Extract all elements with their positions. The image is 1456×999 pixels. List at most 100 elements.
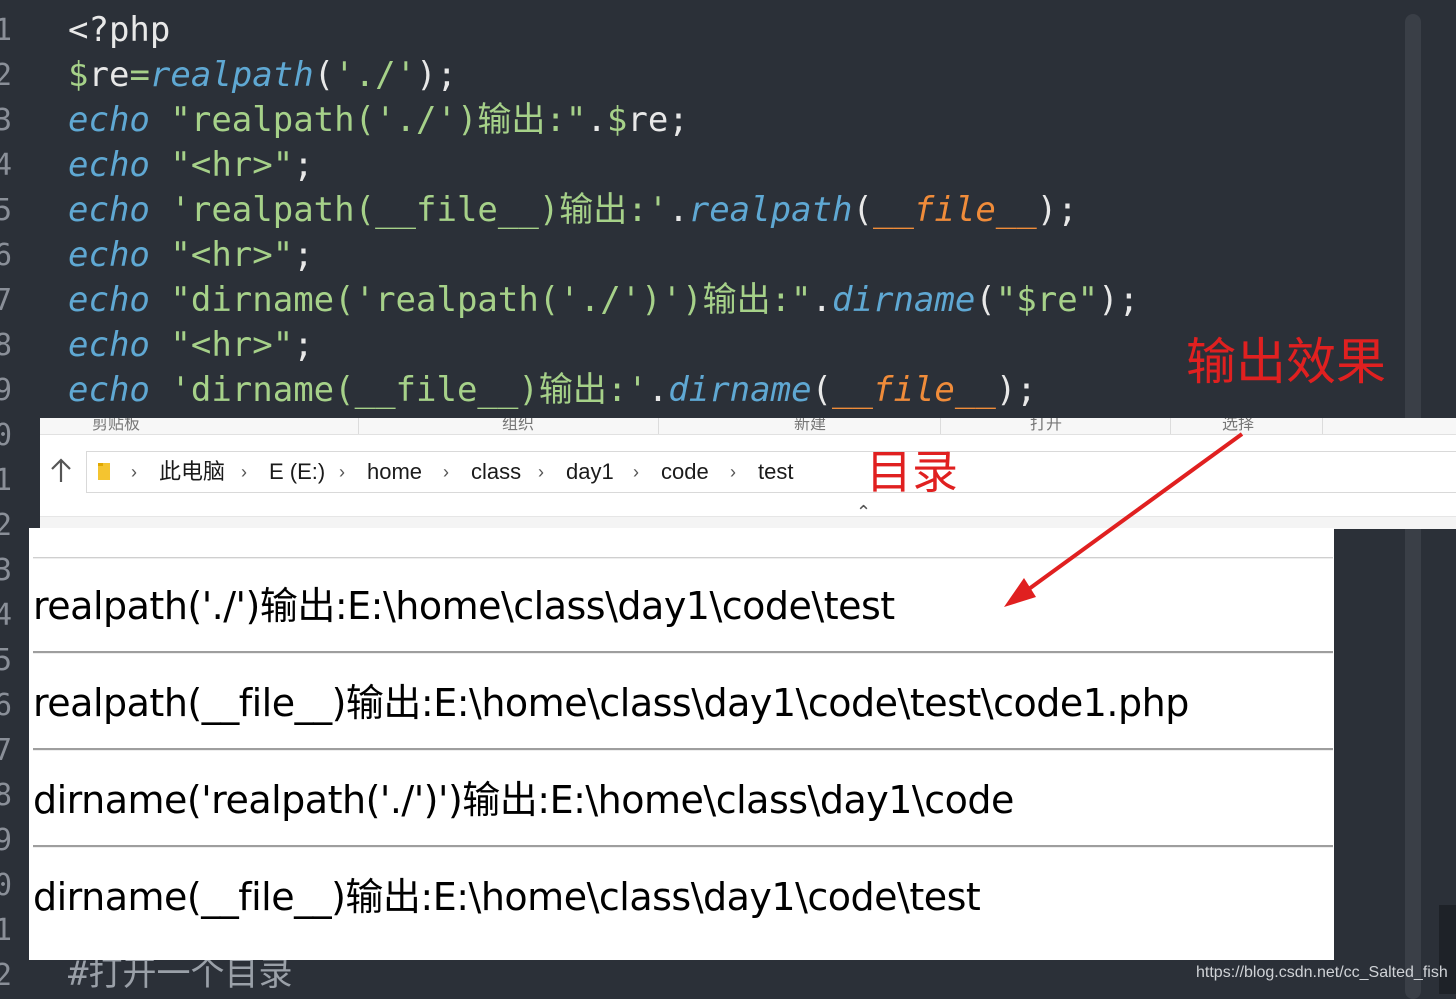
code-line[interactable]: $re=realpath('./'); bbox=[68, 53, 457, 98]
code-token: . bbox=[647, 370, 669, 410]
code-token: ); bbox=[995, 370, 1037, 410]
code-token: echo bbox=[68, 280, 150, 320]
chevron-right-icon: › bbox=[241, 462, 247, 482]
line-number: 4 bbox=[0, 148, 13, 183]
horizontal-rule bbox=[33, 557, 1333, 559]
code-token: re bbox=[88, 55, 130, 95]
line-number: 6 bbox=[0, 238, 13, 273]
code-token: './' bbox=[334, 55, 417, 95]
code-token: "<hr>" bbox=[170, 145, 294, 185]
breadcrumb-class[interactable]: class bbox=[471, 458, 521, 486]
chevron-right-icon: › bbox=[633, 462, 639, 482]
breadcrumb-code[interactable]: code bbox=[661, 458, 709, 486]
code-token: <?php bbox=[68, 10, 171, 50]
line-number: 2 bbox=[0, 508, 13, 543]
line-number: 7 bbox=[0, 733, 13, 768]
line-number: 8 bbox=[0, 328, 13, 363]
line-number: 5 bbox=[0, 643, 13, 678]
address-bar[interactable]: › 此电脑 › E (E:) › home › class › day1 › c… bbox=[86, 451, 1456, 493]
code-token: echo bbox=[68, 235, 150, 275]
annotation-output-effect: 输出效果 bbox=[1186, 333, 1386, 391]
code-token: ( bbox=[811, 370, 833, 410]
code-line[interactable]: echo 'realpath(__file__)输出:'.realpath(__… bbox=[68, 188, 1078, 233]
line-number: 1 bbox=[0, 463, 13, 498]
breadcrumb-day1[interactable]: day1 bbox=[566, 458, 614, 486]
code-token: 'dirname(__file__)输出:' bbox=[170, 370, 648, 410]
folder-icon bbox=[98, 463, 110, 480]
code-line[interactable]: echo "<hr>"; bbox=[68, 233, 314, 278]
code-token: __file__ bbox=[832, 370, 996, 410]
line-number: 1 bbox=[0, 913, 13, 948]
line-number: 2 bbox=[0, 958, 13, 993]
line-number: 5 bbox=[0, 193, 13, 228]
line-number: 1 bbox=[0, 13, 13, 48]
output-line-realpath-dot: realpath('./')输出:E:\home\class\day1\code… bbox=[33, 584, 895, 628]
chevron-up-icon[interactable]: ⌃ bbox=[856, 502, 871, 523]
horizontal-rule bbox=[33, 845, 1333, 848]
code-token: . bbox=[668, 190, 689, 230]
code-token: echo bbox=[68, 325, 150, 365]
code-token: echo bbox=[68, 145, 150, 185]
horizontal-rule bbox=[33, 748, 1333, 751]
line-number: 7 bbox=[0, 283, 13, 318]
code-token: = bbox=[129, 55, 150, 95]
ribbon-label-open: 打开 bbox=[1030, 418, 1063, 433]
code-token: . bbox=[586, 100, 607, 140]
code-token: ); bbox=[1098, 280, 1140, 320]
chevron-right-icon: › bbox=[443, 462, 449, 482]
code-line[interactable]: echo "<hr>"; bbox=[68, 323, 314, 368]
code-token: re; bbox=[627, 100, 689, 140]
breadcrumb-drive-e[interactable]: E (E:) bbox=[269, 458, 325, 486]
output-line-realpath-file: realpath(__file__)输出:E:\home\class\day1\… bbox=[33, 681, 1189, 725]
code-line[interactable]: echo "<hr>"; bbox=[68, 143, 314, 188]
code-token: echo bbox=[68, 100, 150, 140]
ribbon-group-labels: 剪贴板 组织 新建 打开 选择 bbox=[40, 418, 1456, 435]
code-token: realpath bbox=[149, 55, 314, 95]
code-token: $ bbox=[68, 55, 89, 95]
code-token: $ bbox=[606, 100, 628, 140]
code-line[interactable]: echo "realpath('./')输出:".$re; bbox=[68, 98, 689, 143]
code-line[interactable]: echo "dirname('realpath('./')')输出:".dirn… bbox=[68, 278, 1139, 323]
ribbon-label-select: 选择 bbox=[1222, 418, 1255, 433]
code-line[interactable]: echo 'dirname(__file__)输出:'.dirname(__fi… bbox=[68, 368, 1037, 413]
output-line-dirname-file: dirname(__file__)输出:E:\home\class\day1\c… bbox=[33, 875, 981, 919]
chevron-right-icon: › bbox=[730, 462, 736, 482]
ribbon-label-new: 新建 bbox=[794, 418, 827, 433]
chevron-right-icon: › bbox=[339, 462, 345, 482]
ribbon-label-organize: 组织 bbox=[502, 418, 535, 433]
code-token: "realpath('./')输出:" bbox=[170, 100, 587, 140]
code-token: . bbox=[811, 280, 833, 320]
code-token: ; bbox=[293, 235, 314, 275]
code-token: "$re" bbox=[995, 280, 1099, 320]
output-line-dirname-realpath: dirname('realpath('./')')输出:E:\home\clas… bbox=[33, 778, 1014, 822]
file-explorer-window: 剪贴板 组织 新建 打开 选择 › 此电脑 › E (E:) › home › … bbox=[40, 418, 1456, 529]
breadcrumb-this-pc[interactable]: 此电脑 bbox=[159, 458, 225, 486]
code-line[interactable]: <?php bbox=[68, 8, 170, 53]
code-token: ; bbox=[293, 325, 314, 365]
up-arrow-icon[interactable] bbox=[50, 458, 72, 484]
chevron-right-icon: › bbox=[131, 462, 137, 482]
horizontal-rule bbox=[33, 651, 1333, 654]
line-number: 3 bbox=[0, 553, 13, 588]
code-token: realpath bbox=[688, 190, 853, 230]
line-number-gutter: 1 2 3 4 5 6 7 8 9 0 1 2 3 4 5 6 7 8 9 0 1 2 bbox=[0, 0, 22, 994]
line-number: 9 bbox=[0, 373, 13, 408]
breadcrumb-home[interactable]: home bbox=[367, 458, 422, 486]
code-token: echo bbox=[68, 370, 150, 410]
line-number: 6 bbox=[0, 688, 13, 723]
code-token: ); bbox=[1036, 190, 1078, 230]
code-token: 'realpath(__file__)输出:' bbox=[170, 190, 669, 230]
chevron-right-icon: › bbox=[538, 462, 544, 482]
line-number: 0 bbox=[0, 868, 13, 903]
breadcrumb-test[interactable]: test bbox=[758, 458, 793, 486]
line-number: 4 bbox=[0, 598, 13, 633]
code-token: "dirname('realpath('./')')输出:" bbox=[170, 280, 812, 320]
code-token: ); bbox=[416, 55, 458, 95]
